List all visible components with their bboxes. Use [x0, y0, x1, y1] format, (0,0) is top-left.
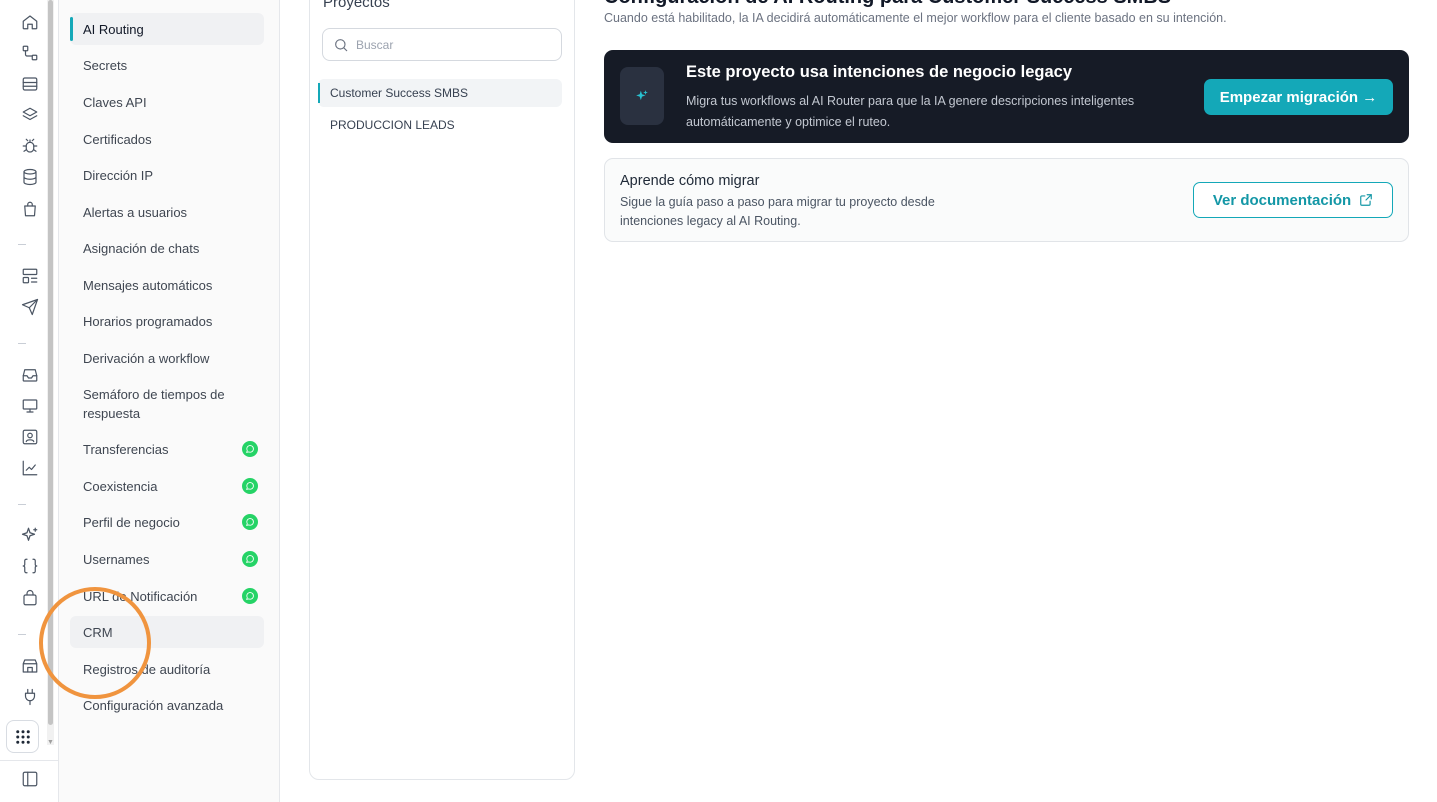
layout-list-icon[interactable]: [19, 265, 41, 287]
page-title: Configuración de AI Routing para Custome…: [604, 0, 1171, 9]
projects-title: Proyectos: [323, 0, 390, 11]
sidebar-toggle-icon[interactable]: [19, 768, 41, 790]
nav-item-perfil-negocio[interactable]: Perfil de negocio: [70, 506, 264, 538]
icon-rail: ▼: [0, 0, 59, 802]
card-description: Sigue la guía paso a paso para migrar tu…: [620, 195, 935, 228]
nav-item-semaforo[interactable]: Semáforo de tiempos de respuesta: [70, 383, 240, 425]
rail-divider: [18, 634, 26, 635]
migration-guide-card: Aprende cómo migrar Sigue la guía paso a…: [604, 158, 1409, 242]
shopping-bag-icon[interactable]: [19, 198, 41, 220]
view-documentation-label: Ver documentación: [1212, 191, 1352, 209]
send-icon[interactable]: [19, 296, 41, 318]
start-migration-button[interactable]: Empezar migración →: [1204, 79, 1393, 115]
nav-item-label: Dirección IP: [83, 167, 154, 183]
shopping-basket-icon[interactable]: [19, 587, 41, 609]
search-icon: [335, 38, 348, 51]
nav-item-label: Mensajes automáticos: [83, 277, 213, 293]
nav-item-label: Asignación de chats: [83, 240, 200, 256]
search-input[interactable]: [356, 37, 546, 52]
scroll-down-arrow-icon[interactable]: ▼: [47, 739, 54, 747]
chart-line-icon[interactable]: [19, 457, 41, 479]
apps-grid-button[interactable]: [6, 720, 39, 753]
nav-item-label: Semáforo de tiempos de respuesta: [83, 387, 225, 421]
card-title: Aprende cómo migrar: [620, 173, 760, 189]
project-item-label: Customer Success SMBS: [330, 86, 469, 100]
nav-item-coexistencia[interactable]: Coexistencia: [70, 470, 264, 502]
nav-item-label: Configuración avanzada: [83, 697, 224, 713]
nav-item-ai-routing[interactable]: AI Routing: [70, 13, 264, 45]
whatsapp-icon: [242, 588, 258, 604]
plug-icon[interactable]: [19, 686, 41, 708]
nav-item-asignacion-chats[interactable]: Asignación de chats: [70, 232, 264, 264]
nav-item-usernames[interactable]: Usernames: [70, 543, 264, 575]
braces-icon[interactable]: [19, 555, 41, 577]
nav-item-secrets[interactable]: Secrets: [70, 49, 264, 81]
nav-item-label: Secrets: [83, 57, 128, 73]
contact-icon[interactable]: [19, 426, 41, 448]
project-search[interactable]: [322, 28, 562, 61]
nav-item-label: Perfil de negocio: [83, 514, 180, 530]
inbox-icon[interactable]: [19, 364, 41, 386]
nav-item-label: Certificados: [83, 131, 152, 147]
whatsapp-icon: [242, 441, 258, 457]
nav-item-label: AI Routing: [83, 21, 144, 37]
nav-item-derivacion-workflow[interactable]: Derivación a workflow: [70, 342, 264, 374]
banner-title: Este proyecto usa intenciones de negocio…: [686, 63, 1073, 81]
rail-divider: [18, 343, 26, 344]
nav-item-label: Usernames: [83, 551, 150, 567]
nav-item-label: Coexistencia: [83, 478, 158, 494]
nav-item-label: Alertas a usuarios: [83, 204, 188, 220]
highlight-ring: [39, 587, 151, 699]
nav-item-label: Derivación a workflow: [83, 350, 210, 366]
rail-divider: [18, 244, 26, 245]
external-link-icon: [1360, 194, 1373, 206]
nav-item-transferencias[interactable]: Transferencias: [70, 433, 264, 465]
project-item-customer-success[interactable]: Customer Success SMBS: [318, 79, 562, 107]
nav-item-horarios-programados[interactable]: Horarios programados: [70, 305, 264, 337]
nav-item-certificados[interactable]: Certificados: [70, 123, 264, 155]
store-icon[interactable]: [19, 655, 41, 677]
layers-icon[interactable]: [19, 104, 41, 126]
nav-item-claves-api[interactable]: Claves API: [70, 86, 264, 118]
project-item-label: PRODUCCION LEADS: [330, 118, 455, 132]
nav-item-label: Claves API: [83, 94, 147, 110]
banner-description: Migra tus workflows al AI Router para qu…: [686, 94, 1135, 129]
nav-item-label: Transferencias: [83, 441, 169, 457]
legacy-migration-banner: Este proyecto usa intenciones de negocio…: [604, 50, 1409, 143]
nav-item-mensajes-automaticos[interactable]: Mensajes automáticos: [70, 269, 264, 301]
sparkles-icon: [636, 90, 648, 101]
home-icon[interactable]: [19, 11, 41, 33]
banner-badge: [620, 67, 664, 125]
nav-item-direccion-ip[interactable]: Dirección IP: [70, 159, 264, 191]
whatsapp-icon: [242, 478, 258, 494]
sparkles-icon[interactable]: [19, 524, 41, 546]
rail-divider: [0, 760, 59, 761]
rail-divider: [18, 504, 26, 505]
project-item-produccion-leads[interactable]: PRODUCCION LEADS: [318, 111, 562, 139]
nav-item-label: Horarios programados: [83, 313, 213, 329]
whatsapp-icon: [242, 551, 258, 567]
page-subtitle: Cuando está habilitado, la IA decidirá a…: [604, 11, 1227, 25]
archive-icon[interactable]: [19, 73, 41, 95]
whatsapp-icon: [242, 514, 258, 530]
monitor-icon[interactable]: [19, 395, 41, 417]
bug-icon[interactable]: [19, 135, 41, 157]
database-icon[interactable]: [19, 166, 41, 188]
apps-grid-icon: [15, 729, 30, 744]
view-documentation-button[interactable]: Ver documentación: [1193, 182, 1393, 218]
workflow-icon[interactable]: [19, 42, 41, 64]
nav-item-alertas-usuarios[interactable]: Alertas a usuarios: [70, 196, 264, 228]
